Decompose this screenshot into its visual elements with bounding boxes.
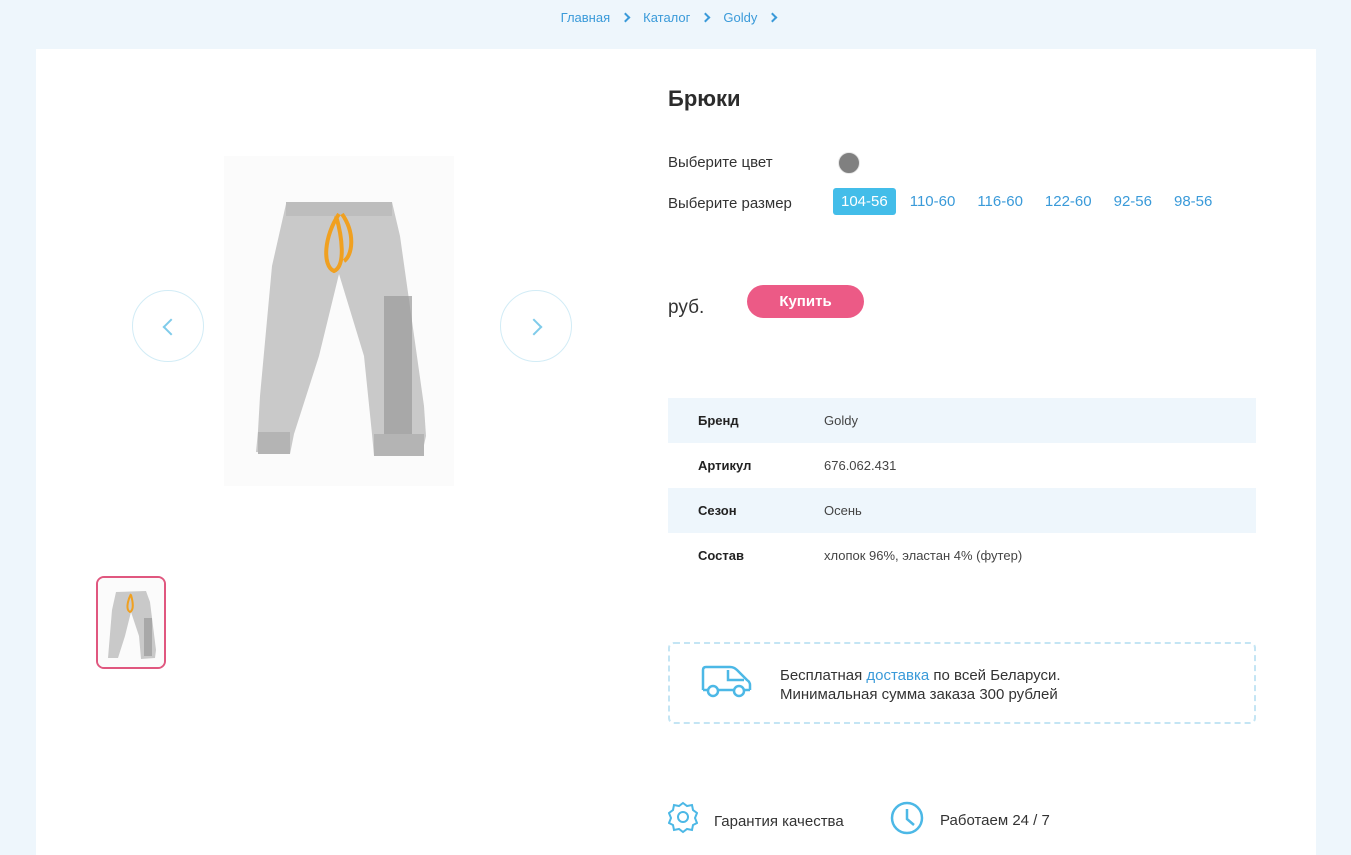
gallery-thumbnail[interactable] (96, 576, 166, 669)
breadcrumb-brand[interactable]: Goldy (723, 10, 757, 25)
size-option-92-56[interactable]: 92-56 (1106, 188, 1160, 215)
breadcrumb-chevron-icon (620, 12, 631, 23)
breadcrumb-chevron-icon (700, 12, 711, 23)
size-option-104-56[interactable]: 104-56 (833, 188, 896, 215)
price-unit: руб. (668, 297, 705, 318)
delivery-text: Бесплатная доставка по всей Беларуси. Ми… (780, 666, 1061, 704)
delivery-info: Бесплатная доставка по всей Беларуси. Ми… (668, 642, 1256, 724)
badge-icon (667, 801, 699, 841)
table-row: Сезон Осень (668, 488, 1256, 533)
size-label: Выберите размер (668, 195, 792, 212)
table-row: Артикул 676.062.431 (668, 443, 1256, 488)
color-swatch-grey[interactable] (838, 152, 860, 174)
breadcrumb-chevron-icon (767, 12, 778, 23)
spec-value: Осень (824, 503, 862, 518)
breadcrumb: Главная Каталог Goldy (0, 9, 1351, 25)
feature-hours-label: Работаем 24 / 7 (940, 811, 1050, 829)
breadcrumb-home[interactable]: Главная (561, 10, 610, 25)
product-title: Брюки (668, 86, 741, 111)
feature-hours: Работаем 24 / 7 (890, 801, 1050, 839)
clock-icon (890, 801, 924, 839)
spec-key: Артикул (698, 458, 752, 473)
feature-quality-label: Гарантия качества (714, 812, 844, 830)
delivery-text-after: по всей Беларуси. (929, 667, 1061, 684)
car-icon (700, 664, 752, 703)
table-row: Бренд Goldy (668, 398, 1256, 443)
spec-key: Бренд (698, 413, 739, 428)
gallery-next-button[interactable] (500, 290, 572, 362)
delivery-min-order: Минимальная сумма заказа 300 рублей (780, 686, 1058, 703)
buy-button[interactable]: Купить (747, 285, 864, 318)
size-options: 104-56 110-60 116-60 122-60 92-56 98-56 (833, 188, 1226, 215)
gallery-prev-button[interactable] (132, 290, 204, 362)
breadcrumb-catalog[interactable]: Каталог (643, 10, 690, 25)
spec-value: Goldy (824, 413, 858, 428)
delivery-text-before: Бесплатная (780, 667, 867, 684)
size-option-110-60[interactable]: 110-60 (902, 188, 964, 215)
delivery-link[interactable]: доставка (866, 667, 929, 684)
chevron-right-icon (525, 318, 543, 336)
table-row: Состав хлопок 96%, эластан 4% (футер) (668, 533, 1256, 578)
chevron-left-icon (162, 318, 180, 336)
size-option-116-60[interactable]: 116-60 (969, 188, 1031, 215)
spec-value: хлопок 96%, эластан 4% (футер) (824, 548, 1023, 563)
product-main-image[interactable] (224, 156, 454, 486)
color-label: Выберите цвет (668, 154, 773, 171)
feature-quality: Гарантия качества (667, 801, 844, 841)
spec-value: 676.062.431 (824, 458, 897, 473)
spec-key: Состав (698, 548, 744, 563)
size-option-98-56[interactable]: 98-56 (1166, 188, 1220, 215)
spec-key: Сезон (698, 503, 737, 518)
specs-table: Бренд Goldy Артикул 676.062.431 Сезон Ос… (668, 398, 1256, 578)
size-option-122-60[interactable]: 122-60 (1037, 188, 1100, 215)
